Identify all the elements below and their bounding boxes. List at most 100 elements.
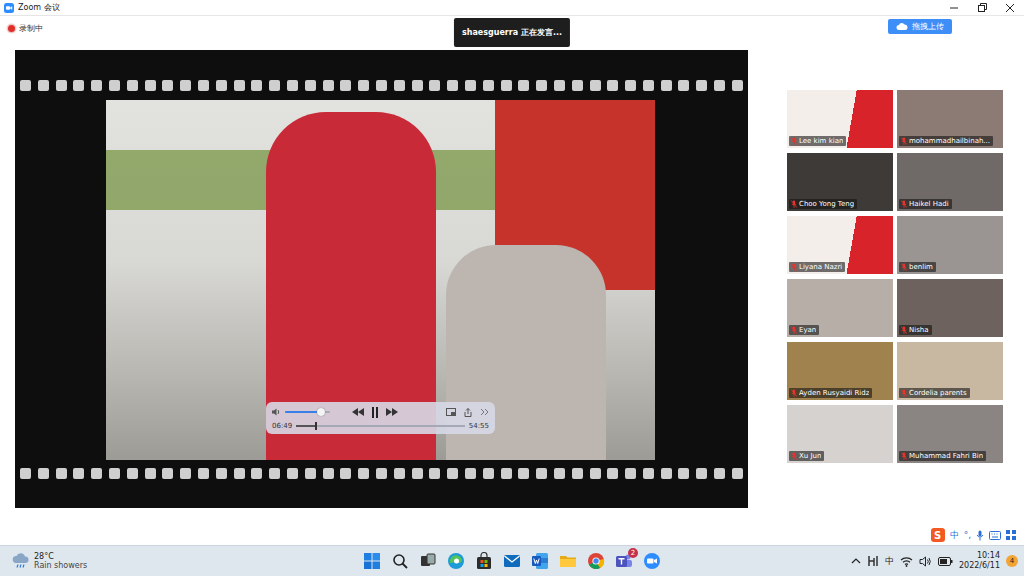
participant-tile[interactable]: Xu Jun (787, 405, 893, 463)
participant-name: benlim (909, 263, 933, 271)
volume-icon[interactable] (272, 408, 281, 416)
film-hole (305, 80, 316, 91)
film-hole (554, 80, 565, 91)
cloud-icon (896, 22, 908, 31)
store-icon[interactable] (475, 552, 493, 570)
rain-cloud-icon (12, 553, 30, 569)
film-hole (216, 468, 227, 479)
ime-mode[interactable]: 中 (950, 529, 959, 542)
clock[interactable]: 10:14 2022/6/11 (959, 551, 1000, 570)
participant-tile[interactable]: benlim (897, 216, 1003, 274)
participant-name: Xu Jun (799, 452, 821, 460)
film-hole (465, 80, 476, 91)
close-icon[interactable] (996, 0, 1024, 16)
pause-icon[interactable] (370, 407, 380, 418)
battery-icon[interactable] (938, 557, 953, 566)
film-hole (465, 468, 476, 479)
film-hole (180, 80, 191, 91)
recording-label: 录制中 (19, 23, 43, 34)
film-hole (287, 468, 298, 479)
word-icon[interactable] (531, 552, 549, 570)
film-hole (625, 468, 636, 479)
shared-video: 06:49 54:55 (15, 50, 748, 508)
participant-name-tag: Xu Jun (789, 451, 824, 461)
restore-icon[interactable] (968, 0, 996, 16)
share-icon[interactable] (464, 408, 472, 417)
film-hole (180, 468, 191, 479)
participant-tile[interactable]: Ayden Rusyaidi Ridz (787, 342, 893, 400)
tray-app-icon[interactable] (867, 555, 879, 567)
participant-tile[interactable]: Lee kim kian (787, 90, 893, 148)
film-hole (91, 80, 102, 91)
participant-name: Eyan (799, 326, 816, 334)
toolbox-grid-icon[interactable] (1006, 530, 1016, 540)
volume-slider[interactable] (285, 411, 330, 413)
volume-tray-icon[interactable] (919, 556, 932, 567)
show-hidden-icons-chevron-icon[interactable] (851, 557, 861, 565)
participant-tile[interactable]: Eyan (787, 279, 893, 337)
minimize-icon[interactable] (940, 0, 968, 16)
film-hole (536, 468, 547, 479)
film-hole (287, 80, 298, 91)
participant-gallery: Lee kim kian mohammadhailbinah... Choo Y… (787, 90, 1003, 463)
film-hole (625, 80, 636, 91)
voice-input-icon[interactable] (976, 530, 984, 541)
task-view-icon[interactable] (419, 552, 437, 570)
ime-punctuation[interactable]: °, (964, 530, 971, 540)
film-hole (590, 468, 601, 479)
film-hole (412, 468, 423, 479)
edge-icon[interactable] (447, 552, 465, 570)
participant-name-tag: Liyana Nazri (789, 262, 845, 272)
participant-tile[interactable]: mohammadhailbinah... (897, 90, 1003, 148)
zoom-icon[interactable] (643, 552, 661, 570)
sogou-logo[interactable]: S (931, 528, 945, 542)
windows-start-icon[interactable] (363, 552, 381, 570)
film-hole (162, 468, 173, 479)
film-hole (536, 80, 547, 91)
meeting-area: 录制中 拖拽上传 shaesguerra 正在发言... 06:49 54:55… (0, 16, 1024, 545)
participant-name: Lee kim kian (799, 137, 843, 145)
participant-name: Choo Yong Teng (799, 200, 854, 208)
film-hole (732, 468, 743, 479)
film-hole (20, 80, 31, 91)
film-hole (127, 468, 138, 479)
film-hole (518, 468, 529, 479)
participant-tile[interactable]: Liyana Nazri (787, 216, 893, 274)
film-hole (340, 80, 351, 91)
wifi-icon[interactable] (900, 556, 913, 567)
muted-mic-icon (901, 326, 907, 334)
weather-widget[interactable]: 28°C Rain showers (12, 552, 87, 570)
upload-button[interactable]: 拖拽上传 (888, 19, 952, 34)
participant-tile[interactable]: Cordelia parents (897, 342, 1003, 400)
notification-count-badge[interactable]: 4 (1006, 555, 1018, 567)
film-hole (198, 80, 209, 91)
film-hole (358, 468, 369, 479)
mail-icon[interactable] (503, 552, 521, 570)
film-hole (554, 468, 565, 479)
participant-tile[interactable]: Haikel Hadi (897, 153, 1003, 211)
active-speaker-banner: shaesguerra 正在发言... (454, 18, 570, 47)
input-mode-indicator[interactable]: 中 (885, 555, 894, 568)
film-hole (269, 468, 280, 479)
picture-in-picture-icon[interactable] (446, 408, 456, 416)
fast-forward-icon[interactable] (386, 408, 398, 416)
more-chevrons-icon[interactable] (480, 408, 489, 416)
film-hole (376, 80, 387, 91)
participant-tile[interactable]: Nisha (897, 279, 1003, 337)
muted-mic-icon (791, 452, 797, 460)
participant-tile[interactable]: Choo Yong Teng (787, 153, 893, 211)
weather-condition: Rain showers (34, 561, 87, 570)
window-title: Zoom 会议 (18, 2, 60, 13)
chrome-icon[interactable] (587, 552, 605, 570)
film-hole (661, 468, 672, 479)
desktop: Zoom 会议 录制中 拖拽上传 shaesguerra 正在发言... 06:… (0, 0, 1024, 576)
participant-tile[interactable]: Muhammad Fahri Bin (897, 405, 1003, 463)
film-hole (714, 80, 725, 91)
teams-app[interactable]: 2 (615, 552, 633, 570)
participant-name-tag: Ayden Rusyaidi Ridz (789, 388, 872, 398)
keyboard-icon[interactable] (989, 531, 1001, 540)
search-icon[interactable] (391, 552, 409, 570)
progress-bar[interactable] (296, 425, 465, 427)
file-explorer-icon[interactable] (559, 552, 577, 570)
rewind-icon[interactable] (352, 408, 364, 416)
